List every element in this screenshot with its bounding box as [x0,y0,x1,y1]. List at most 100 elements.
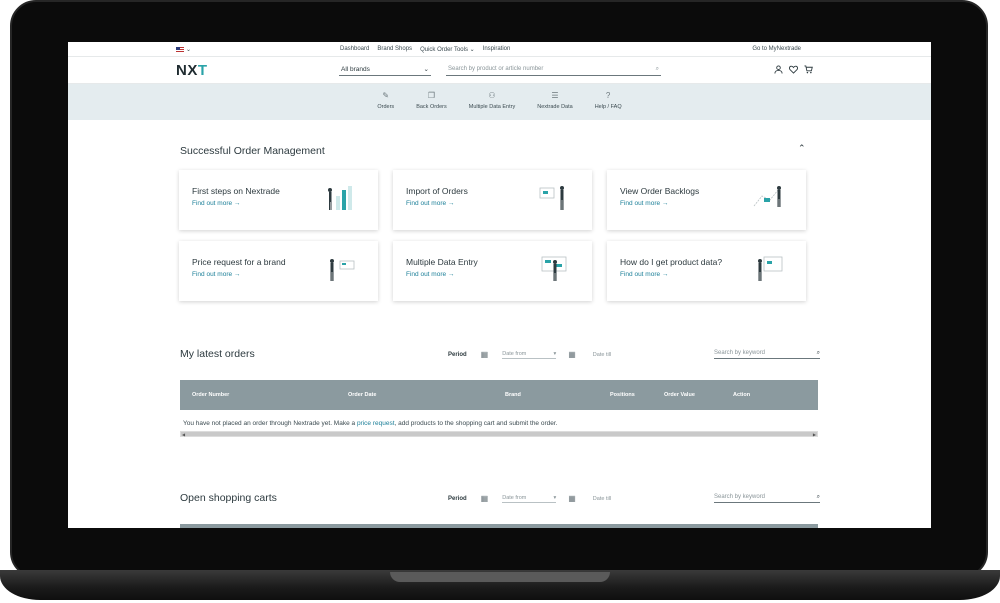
chevron-down-icon: ⌄ [186,47,192,53]
util-link-quick-order-tools-label: Quick Order Tools [420,47,468,53]
card-title: Multiple Data Entry [406,257,478,267]
help-icon: ? [605,91,611,100]
search-icon[interactable]: ⌕ [656,66,659,73]
utility-bar: ⌄ Dashboard Brand Shops Quick Order Tool… [68,42,931,56]
keyword-placeholder: Search by keyword [714,350,766,356]
nav-item-orders[interactable]: ✎ Orders [377,91,394,120]
orders-keyword-search[interactable]: Search by keyword ⌕ [714,350,820,359]
carts-table-header [180,524,818,528]
latest-orders-title: My latest orders [180,348,255,360]
app-screen: ⌄ Dashboard Brand Shops Quick Order Tool… [68,42,931,528]
orders-horizontal-scrollbar[interactable]: ◀ ▶ [180,431,818,437]
find-out-more-link[interactable]: Find out more → [620,200,668,207]
carts-period-filter: Period ▦ Date from ▾ ▦ Date till [448,494,611,503]
product-data-illustration-icon [758,256,783,281]
card-product-data[interactable]: How do I get product data? Find out more… [607,241,806,301]
orders-empty-message: You have not placed an order through Nex… [183,420,557,427]
find-out-more-link[interactable]: Find out more → [620,271,668,278]
language-selector[interactable]: ⌄ [176,46,191,53]
date-from-placeholder: Date from [502,494,527,501]
orders-table-header: Order Number Order Date Brand Positions … [180,380,818,410]
card-import-orders[interactable]: Import of Orders Find out more → [393,170,592,230]
col-brand[interactable]: Brand [505,392,521,398]
data-entry-icon: ⚇ [488,91,496,100]
nav-label-back-orders: Back Orders [416,104,447,110]
nav-item-nextrade-data[interactable]: ☰ Nextrade Data [537,91,572,120]
us-flag-icon [176,47,184,52]
import-illustration-icon [539,186,564,210]
date-from-field[interactable]: Date from ▾ [502,350,557,359]
calendar-icon[interactable]: ▦ [481,350,489,359]
utility-links: Dashboard Brand Shops Quick Order Tools … [340,46,510,53]
col-order-value[interactable]: Order Value [664,392,695,398]
col-order-number[interactable]: Order Number [192,392,229,398]
chevron-down-icon: ⌄ [467,47,475,53]
keyword-placeholder: Search by keyword [714,494,766,500]
search-icon[interactable]: ⌕ [817,494,820,501]
col-order-date[interactable]: Order Date [348,392,376,398]
card-title: First steps on Nextrade [192,186,280,196]
scroll-right-icon[interactable]: ▶ [813,432,816,437]
date-from-placeholder: Date from [502,350,527,357]
nav-item-help-faq[interactable]: ? Help / FAQ [595,91,622,120]
date-from-field[interactable]: Date from ▾ [502,494,557,503]
nav-label-help-faq: Help / FAQ [594,104,622,110]
header: NXT All brands ⌄ Search by product or ar… [68,56,931,84]
nxt-logo[interactable]: NXT [176,62,208,79]
find-out-more-link[interactable]: Find out more → [406,200,454,207]
chevron-down-icon: ⌄ [423,66,429,73]
card-view-backlogs[interactable]: View Order Backlogs Find out more → [607,170,806,230]
data-entry-illustration-icon [541,256,567,281]
search-placeholder: Search by product or article number [448,66,544,72]
date-till-field[interactable]: Date till [593,496,611,502]
search-icon[interactable]: ⌕ [817,350,820,357]
price-request-link[interactable]: price request [357,420,395,427]
col-positions[interactable]: Positions [610,392,635,398]
calendar-icon[interactable]: ▦ [568,350,576,359]
brand-select-value: All brands [341,65,370,73]
period-label: Period [448,495,467,502]
logo-accent: T [197,62,208,79]
header-actions [774,65,813,76]
database-icon: ☰ [551,91,559,100]
go-to-mynextrade-link[interactable]: Go to MyNextrade [752,46,801,52]
collapse-chevron-up-icon[interactable]: ⌃ [798,143,806,154]
chevron-down-icon: ▾ [553,494,557,501]
util-link-quick-order-tools[interactable]: Quick Order Tools ⌄ [420,46,475,53]
nav-item-multiple-data-entry[interactable]: ⚇ Multiple Data Entry [469,91,515,120]
scroll-left-icon[interactable]: ◀ [182,432,185,437]
card-multiple-data-entry[interactable]: Multiple Data Entry Find out more → [393,241,592,301]
util-link-inspiration[interactable]: Inspiration [483,46,511,53]
user-icon[interactable] [774,65,783,76]
nav-label-orders: Orders [377,104,395,110]
carts-keyword-search[interactable]: Search by keyword ⌕ [714,494,820,503]
find-out-more-link[interactable]: Find out more → [192,271,240,278]
nav-item-back-orders[interactable]: ❐ Back Orders [416,91,447,120]
open-carts-title: Open shopping carts [180,492,277,504]
orders-icon: ✎ [382,91,390,100]
find-out-more-link[interactable]: Find out more → [406,271,454,278]
laptop-notch [390,572,610,582]
orders-period-filter: Period ▦ Date from ▾ ▦ Date till [448,350,611,359]
brand-select[interactable]: All brands ⌄ [339,63,431,76]
util-link-dashboard[interactable]: Dashboard [340,46,369,53]
logo-text: NX [176,62,198,79]
calendar-icon[interactable]: ▦ [481,494,489,503]
nav-label-multiple-data-entry: Multiple Data Entry [468,104,516,110]
calendar-icon[interactable]: ▦ [568,494,576,503]
period-label: Period [448,351,467,358]
product-search-input[interactable]: Search by product or article number ⌕ [446,63,661,76]
backlog-illustration-icon [753,186,781,207]
card-price-request[interactable]: Price request for a brand Find out more … [179,241,378,301]
bar-chart-illustration-icon [328,186,352,210]
chevron-down-icon: ▾ [553,350,557,357]
card-first-steps[interactable]: First steps on Nextrade Find out more → [179,170,378,230]
util-link-brand-shops[interactable]: Brand Shops [377,46,412,53]
find-out-more-link[interactable]: Find out more → [192,200,240,207]
date-till-field[interactable]: Date till [593,352,611,358]
management-title: Successful Order Management [180,145,325,157]
main-nav: ✎ Orders ❐ Back Orders ⚇ Multiple Data E… [68,84,931,120]
heart-icon[interactable] [789,65,798,76]
empty-text-suffix: , add products to the shopping cart and … [394,420,558,427]
cart-icon[interactable] [804,65,813,76]
